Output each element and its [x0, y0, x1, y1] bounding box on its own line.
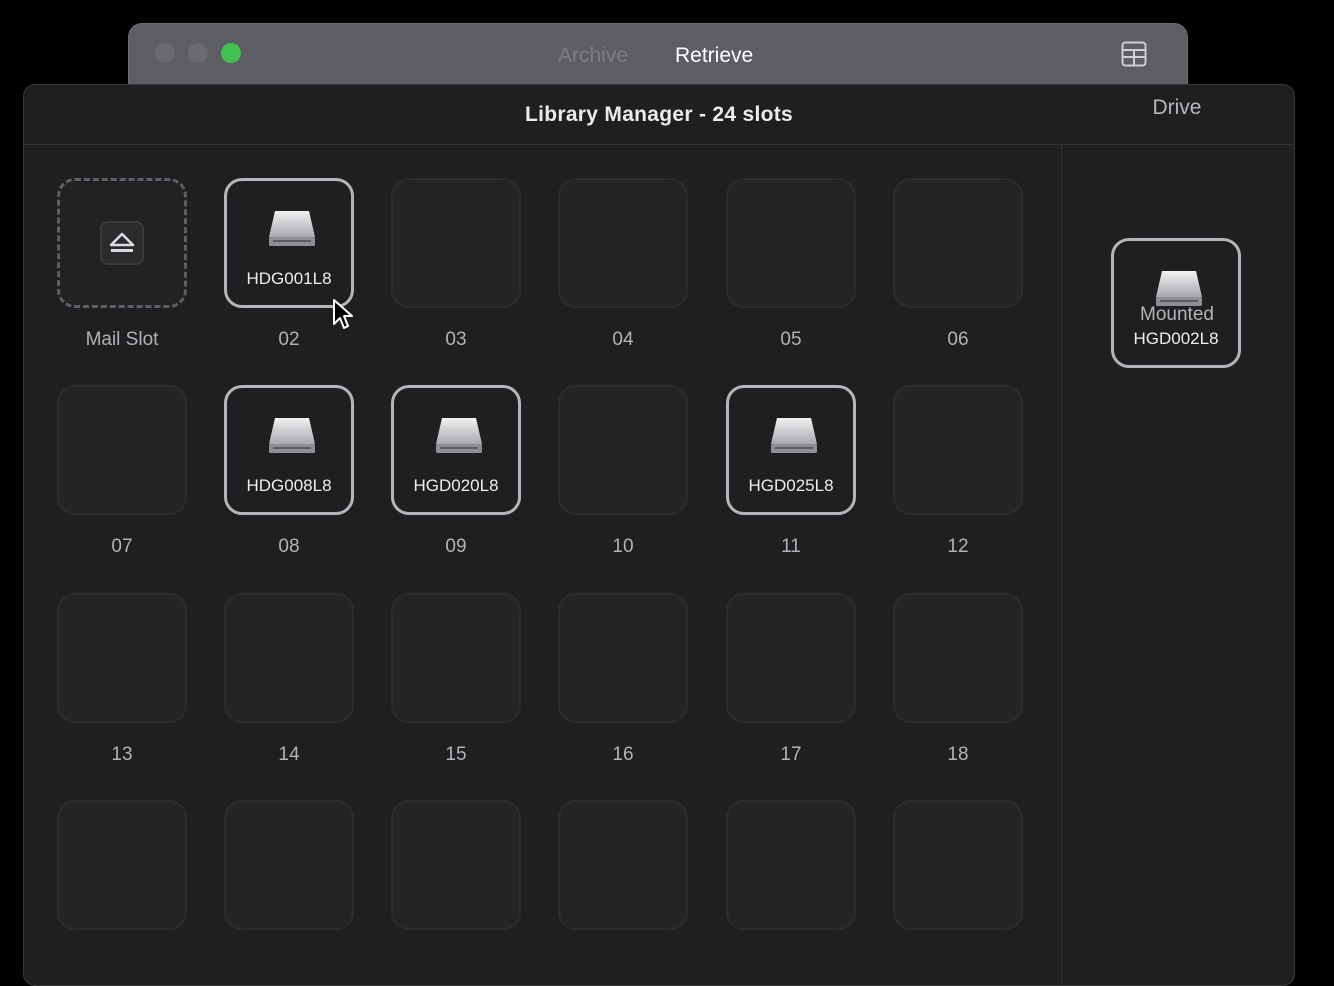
title-separator: [24, 144, 1294, 145]
hard-drive-icon: [771, 418, 817, 453]
tab-retrieve[interactable]: Retrieve: [675, 44, 753, 68]
drive-status: Mounted: [1140, 304, 1214, 325]
library-slot[interactable]: [57, 593, 187, 723]
library-slot[interactable]: [893, 385, 1023, 515]
library-slot[interactable]: [893, 593, 1023, 723]
library-slot[interactable]: [726, 800, 856, 930]
library-slot[interactable]: [558, 178, 688, 308]
hard-drive-icon: [1156, 271, 1202, 306]
slot-label: 17: [780, 744, 802, 765]
slot-label: 10: [612, 536, 634, 557]
library-slot[interactable]: [893, 178, 1023, 308]
cartridge-name: HDG008L8: [246, 476, 332, 495]
slot-label: 13: [111, 744, 133, 765]
tab-archive[interactable]: Archive: [558, 44, 628, 68]
hard-drive-icon: [436, 418, 482, 453]
library-slot[interactable]: [57, 385, 187, 515]
library-slot[interactable]: HDG001L8: [224, 178, 354, 308]
library-slot[interactable]: [558, 385, 688, 515]
slot-label: 04: [612, 329, 634, 350]
slot-label: 12: [947, 536, 969, 557]
slot-label: 16: [612, 744, 634, 765]
library-slot[interactable]: [726, 178, 856, 308]
slot-label: 09: [445, 536, 467, 557]
library-slot[interactable]: [558, 593, 688, 723]
cartridge-name: HDG001L8: [246, 269, 332, 288]
eject-button[interactable]: [100, 221, 144, 265]
drive-panel-divider: [1061, 145, 1062, 985]
minimize-window-button[interactable]: [188, 43, 208, 63]
library-slot[interactable]: [224, 593, 354, 723]
library-slot[interactable]: HGD025L8: [726, 385, 856, 515]
library-slot[interactable]: [558, 800, 688, 930]
library-slot[interactable]: [391, 593, 521, 723]
cartridge-name: HGD025L8: [748, 476, 834, 495]
zoom-window-button[interactable]: [221, 43, 241, 63]
hard-drive-icon: [269, 418, 315, 453]
library-slot[interactable]: [893, 800, 1023, 930]
slot-label: 03: [445, 329, 467, 350]
slot-label: 11: [781, 536, 801, 557]
library-slot[interactable]: [57, 800, 187, 930]
slot-label: 02: [278, 329, 300, 350]
cartridge-name: HGD020L8: [413, 476, 499, 495]
library-slot[interactable]: [391, 800, 521, 930]
slot-label: 07: [111, 536, 133, 557]
drive-cartridge-name: HGD002L8: [1133, 329, 1219, 348]
library-slot[interactable]: [726, 593, 856, 723]
slot-label: 15: [445, 744, 467, 765]
library-slot[interactable]: [391, 178, 521, 308]
drive-slot[interactable]: HGD002L8: [1111, 238, 1241, 368]
slot-label: 18: [947, 744, 969, 765]
hard-drive-icon: [269, 211, 315, 246]
library-slot[interactable]: [224, 800, 354, 930]
slot-label: 08: [278, 536, 300, 557]
slot-label: 06: [947, 329, 969, 350]
mouse-cursor-icon: [333, 299, 353, 329]
eject-icon: [109, 232, 135, 252]
drive-heading: Drive: [1152, 96, 1202, 119]
slot-label: 14: [278, 744, 300, 765]
library-slot[interactable]: HDG008L8: [224, 385, 354, 515]
layout-grid-icon[interactable]: [1121, 41, 1147, 67]
library-slot[interactable]: HGD020L8: [391, 385, 521, 515]
slot-label: Mail Slot: [85, 329, 159, 350]
slot-label: 05: [780, 329, 802, 350]
close-window-button[interactable]: [155, 43, 175, 63]
mail-slot[interactable]: [57, 178, 187, 308]
